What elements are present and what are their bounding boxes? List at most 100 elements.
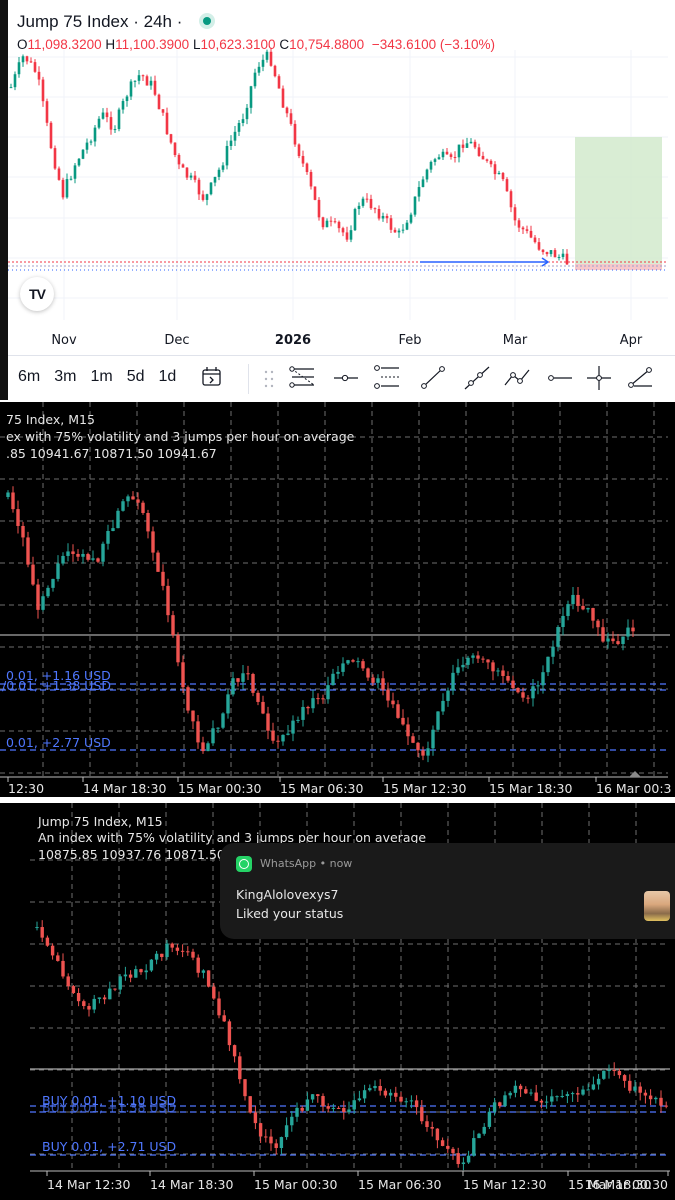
bullish-candle	[261, 59, 265, 67]
bearish-candle	[617, 1071, 622, 1076]
bullish-candle	[417, 187, 421, 197]
bullish-candle	[35, 927, 39, 929]
bullish-candle	[397, 230, 401, 233]
bearish-candle	[246, 673, 250, 675]
mt-chart-bottom[interactable]: 14 Mar 12:30 14 Mar 18:30 15 Mar 00:30 15 M…	[0, 803, 675, 1200]
bearish-candle	[386, 689, 390, 701]
bearish-candle	[273, 65, 277, 77]
bearish-candle	[274, 1143, 278, 1148]
bearish-candle	[50, 945, 55, 956]
bearish-candle	[533, 237, 537, 243]
bullish-candle	[211, 728, 215, 744]
bearish-candle	[191, 710, 195, 722]
timeframe-3m[interactable]: 3m	[54, 368, 76, 386]
bearish-candle	[377, 209, 381, 219]
horizontal-ray-icon[interactable]	[332, 365, 360, 391]
bearish-candle	[160, 953, 164, 958]
bearish-candle	[485, 159, 489, 161]
bullish-candle	[6, 492, 10, 497]
bearish-candle	[596, 620, 600, 628]
time-label: 15 Mar 12:30	[463, 1177, 547, 1192]
mt-chart-top[interactable]: 12:30 14 Mar 18:30 15 Mar 00:30 15 Mar 06:3…	[0, 402, 675, 797]
bearish-candle	[269, 51, 273, 66]
trend-line-icon[interactable]	[419, 365, 447, 391]
buy-order-label-2[interactable]: BUY 0.01, +1.38 USD	[42, 1100, 176, 1115]
bearish-candle	[333, 221, 337, 223]
order-label-3[interactable]: 0.01, +2.77 USD	[6, 735, 111, 750]
bearish-candle	[373, 208, 377, 210]
bearish-candle	[113, 988, 117, 990]
symbol-title[interactable]: Jump 75 Index · 24h ·	[17, 12, 216, 32]
bearish-candle	[176, 635, 180, 663]
bearish-candle	[638, 1086, 642, 1093]
bullish-candle	[51, 578, 55, 588]
drag-handle-icon[interactable]	[263, 369, 275, 389]
timeframe-1m[interactable]: 1m	[90, 368, 112, 386]
whatsapp-notification[interactable]: WhatsApp • now KingAlolovexys7 Liked you…	[220, 843, 675, 939]
horizontal-line-icon[interactable]	[546, 365, 574, 391]
x-axis-label: Apr	[620, 333, 643, 348]
bearish-candle	[131, 496, 135, 500]
bearish-candle	[33, 62, 37, 72]
bearish-candle	[401, 717, 405, 725]
toolbar-divider	[248, 364, 249, 394]
order-label-2[interactable]: /0.01, +1.38 USD	[2, 678, 111, 693]
long-position-profit-zone	[575, 137, 662, 264]
bearish-candle	[501, 670, 505, 677]
bullish-candle	[41, 596, 45, 610]
bullish-candle	[226, 694, 230, 714]
bullish-candle	[421, 179, 425, 188]
bearish-candle	[612, 1070, 616, 1072]
bullish-candle	[373, 1085, 377, 1089]
mt-bottom-prices: 10875.85 10937.76 10871.50	[38, 847, 225, 862]
fib-retracement-icon[interactable]	[288, 365, 316, 391]
bearish-candle	[351, 660, 355, 662]
tradingview-logo[interactable]: TV	[20, 277, 54, 311]
bearish-candle	[266, 713, 270, 731]
timeframe-6m[interactable]: 6m	[18, 368, 40, 386]
bearish-candle	[371, 677, 375, 683]
bearish-candle	[196, 721, 200, 743]
timeframe-5d[interactable]: 5d	[127, 368, 145, 386]
time-label: 15 Mar 06:30	[358, 1177, 442, 1192]
scroll-marker-icon	[629, 771, 641, 777]
bullish-candle	[404, 1101, 408, 1103]
bullish-candle	[413, 196, 417, 215]
tv-chart[interactable]: Nov Dec 2026 Feb Mar Apr	[0, 0, 675, 360]
bearish-candle	[521, 227, 525, 230]
bearish-candle	[151, 531, 155, 553]
bullish-candle	[121, 501, 125, 511]
buy-order-label-3[interactable]: BUY 0.01, +2.71 USD	[42, 1139, 176, 1154]
bearish-candle	[383, 1090, 388, 1096]
ray-icon[interactable]	[463, 365, 491, 391]
bearish-candle	[456, 1153, 460, 1165]
bullish-candle	[531, 686, 535, 699]
time-label: 16 Mar 00:3	[596, 781, 672, 796]
bearish-candle	[477, 147, 481, 156]
bearish-candle	[396, 704, 400, 718]
bullish-candle	[368, 1088, 372, 1091]
bearish-candle	[145, 76, 149, 86]
bearish-candle	[545, 252, 549, 255]
bearish-candle	[517, 220, 521, 228]
symbol-name[interactable]: Jump 75 Index · 24h ·	[17, 12, 182, 31]
bearish-candle	[601, 627, 605, 642]
bearish-candle	[537, 242, 541, 250]
bearish-candle	[581, 605, 585, 610]
bearish-candle	[236, 678, 240, 682]
bearish-candle	[525, 229, 529, 231]
bullish-candle	[290, 1116, 294, 1126]
bullish-candle	[347, 1109, 351, 1113]
crosshair-icon[interactable]	[585, 365, 613, 391]
mt-bottom-title: Jump 75 Index, M15	[38, 814, 163, 829]
bullish-candle	[607, 1070, 611, 1072]
timeframe-1d[interactable]: 1d	[159, 368, 177, 386]
bearish-candle	[643, 1092, 648, 1096]
calendar-range-icon[interactable]	[200, 365, 224, 389]
parallel-channel-icon[interactable]	[373, 365, 401, 391]
high-label: H	[105, 37, 116, 52]
bullish-candle	[437, 157, 441, 160]
path-icon[interactable]	[502, 365, 532, 391]
bullish-candle	[144, 970, 148, 973]
info-line-icon[interactable]	[626, 365, 654, 391]
